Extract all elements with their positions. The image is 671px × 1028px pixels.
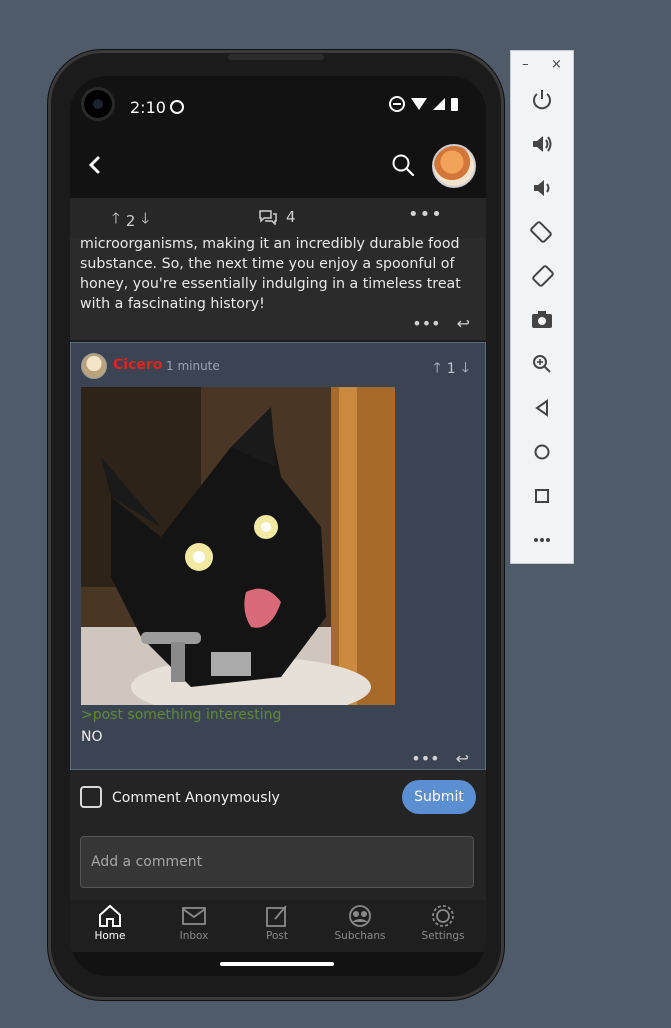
comments-icon — [259, 210, 277, 225]
status-bar: 2:10 — [70, 76, 486, 136]
overview-icon[interactable] — [529, 483, 555, 509]
subchans-icon — [349, 905, 371, 927]
tab-post[interactable]: Post — [237, 904, 317, 950]
reply-icon[interactable]: ↩ — [457, 314, 470, 333]
back-icon[interactable] — [529, 395, 555, 421]
user-avatar[interactable] — [432, 144, 476, 188]
back-arrow-icon[interactable] — [84, 154, 106, 176]
tab-label: Subchans — [334, 930, 386, 942]
comment-more-icon[interactable]: ••• — [412, 314, 440, 333]
downvote-icon[interactable]: 🡓 — [462, 357, 469, 381]
phone-frame: 2:10 🡑 2 🡓 4 ••• microorganisms, making … — [48, 50, 504, 1000]
tab-subchans[interactable]: Subchans — [320, 904, 400, 950]
previous-comment-actions: ••• ↩ — [412, 314, 470, 333]
app-bar — [70, 136, 486, 198]
comment-count: 4 — [286, 208, 296, 226]
anonymous-label: Comment Anonymously — [112, 790, 280, 806]
minimize-button[interactable]: – — [522, 57, 529, 72]
comment-card: Cicero 1 minute 🡑 1 🡓 >post something in… — [70, 342, 486, 770]
author-avatar[interactable] — [81, 353, 107, 379]
upvote-icon[interactable]: 🡑 — [434, 357, 441, 381]
rotate-right-icon[interactable] — [529, 263, 555, 289]
post-vote: 🡑 2 🡓 — [112, 208, 149, 233]
tab-settings[interactable]: Settings — [403, 904, 483, 950]
comment-image[interactable] — [81, 387, 395, 705]
submit-button[interactable]: Submit — [402, 780, 476, 814]
comment-more-icon[interactable]: ••• — [411, 749, 439, 768]
tab-label: Settings — [421, 930, 465, 942]
comment-vote: 🡑 1 🡓 — [434, 357, 469, 381]
greentext-quote: >post something interesting — [81, 707, 282, 723]
zoom-icon[interactable] — [529, 351, 555, 377]
emulator-toolbar: – × — [510, 50, 574, 564]
previous-comment-text: microorganisms, making it an incredibly … — [80, 236, 461, 312]
post-action-bar: 🡑 2 🡓 4 ••• — [70, 198, 486, 238]
speaker-grille — [228, 54, 324, 60]
post-comments[interactable]: 4 — [258, 208, 296, 226]
previous-comment: microorganisms, making it an incredibly … — [70, 236, 486, 340]
tab-label: Home — [94, 930, 126, 942]
status-time: 2:10 — [130, 98, 166, 117]
post-score: 2 — [125, 211, 136, 230]
signal-icon — [433, 98, 445, 110]
home-icon — [99, 904, 121, 927]
comment-body: NO — [81, 729, 103, 745]
comment-score: 1 — [446, 361, 456, 377]
comment-time: 1 minute — [166, 359, 220, 373]
comment-input[interactable] — [80, 836, 474, 888]
bottom-tab-bar: Home Inbox Post Subchans Settings — [70, 900, 486, 952]
front-camera — [84, 90, 112, 118]
inbox-icon — [182, 907, 206, 925]
power-icon[interactable] — [529, 87, 555, 113]
tab-label: Inbox — [179, 930, 209, 942]
tab-home[interactable]: Home — [70, 904, 150, 950]
battery-icon — [451, 97, 458, 111]
volume-down-icon[interactable] — [529, 175, 555, 201]
upvote-icon[interactable]: 🡑 — [112, 208, 120, 233]
do-not-disturb-icon — [389, 96, 405, 112]
search-icon[interactable] — [390, 152, 416, 178]
anonymous-checkbox[interactable] — [80, 786, 102, 808]
tab-label: Post — [266, 930, 288, 942]
reply-icon[interactable]: ↩ — [456, 749, 469, 768]
volume-up-icon[interactable] — [529, 131, 555, 157]
comment-actions: ••• ↩ — [411, 749, 469, 768]
notification-icon — [170, 100, 184, 114]
comment-author[interactable]: Cicero — [113, 357, 162, 373]
tab-inbox[interactable]: Inbox — [154, 904, 234, 950]
comment-composer: Comment Anonymously Submit — [70, 770, 486, 900]
rotate-left-icon[interactable] — [529, 219, 555, 245]
downvote-icon[interactable]: 🡓 — [141, 208, 149, 233]
settings-icon — [432, 905, 454, 927]
gesture-home-bar[interactable] — [220, 962, 334, 966]
close-button[interactable]: × — [551, 57, 562, 72]
home-icon[interactable] — [529, 439, 555, 465]
post-icon — [266, 905, 287, 927]
post-more-icon[interactable]: ••• — [408, 204, 443, 225]
wifi-icon — [411, 98, 427, 110]
phone-screen: 2:10 🡑 2 🡓 4 ••• microorganisms, making … — [70, 76, 486, 976]
emulator-window-controls: – × — [511, 57, 573, 72]
status-icons — [389, 96, 458, 112]
camera-icon[interactable] — [529, 307, 555, 333]
more-icon[interactable] — [529, 527, 555, 553]
